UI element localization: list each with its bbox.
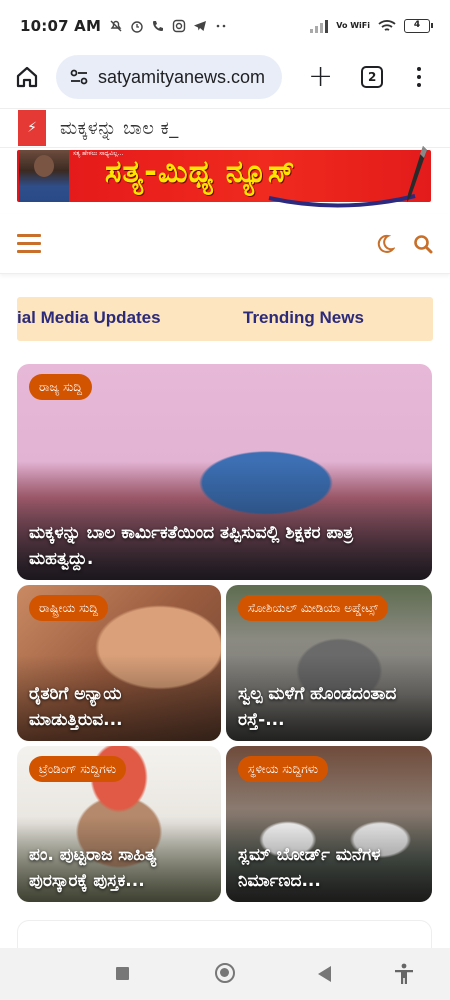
tab-switcher-button[interactable]: 2 [361, 66, 384, 88]
news-headline[interactable]: ಮಕ್ಕಳನ್ನು ಬಾಲ ಕಾರ್ಮಿಕತೆಯಿಂದ ತಪ್ಪಿಸುವಲ್ಲಿ… [29, 520, 422, 572]
news-headline[interactable]: ಪಂ. ಪುಟ್ಟರಾಜ ಸಾಹಿತ್ಯ ಪುರಸ್ಕಾರಕ್ಕೆ ಪುಸ್ತಕ… [29, 842, 211, 894]
alarm-icon [131, 21, 143, 33]
more-icon [216, 24, 226, 28]
news-headline[interactable]: ಸ್ಲಮ್ ಬೋರ್ಡ್ ಮನೆಗಳ ನಿರ್ಮಾಣದ... [238, 842, 422, 894]
site-settings-icon[interactable] [70, 69, 88, 85]
status-bar: 10:07 AM Vo WiFi 4 [0, 0, 450, 52]
status-time: 10:07 AM [20, 17, 102, 35]
system-navigation-bar [0, 948, 450, 1000]
category-badge[interactable]: ರಾಷ್ಟ್ರೀಯ ಸುದ್ದಿ [29, 595, 109, 621]
home-button[interactable] [12, 62, 42, 92]
url-text: satyamityanews.com [98, 66, 266, 87]
instagram-icon [172, 19, 186, 33]
back-button[interactable] [318, 966, 331, 982]
call-icon [153, 21, 164, 31]
site-navigation [0, 214, 450, 274]
category-badge[interactable]: ರಾಜ್ಯ ಸುದ್ದಿ [29, 374, 93, 400]
site-logo-title: ಸತ್ಯ-ಮಿಥ್ಯ ನ್ಯೂಸ್ [105, 154, 296, 190]
notification-icons [109, 19, 228, 33]
wifi-icon [378, 20, 396, 31]
vowifi-label: Vo WiFi [336, 21, 370, 30]
battery-icon: 4 [404, 19, 433, 33]
accessibility-icon[interactable] [392, 962, 416, 986]
tab-trending-news[interactable]: Trending News [243, 308, 364, 328]
category-badge[interactable]: ಟ್ರೆಂಡಿಂಗ್ ಸುದ್ದಿಗಳು [29, 756, 127, 782]
tab-social-media-updates[interactable]: ial Media Updates [17, 308, 161, 328]
telegram-icon [194, 21, 207, 31]
news-card[interactable]: ರಾಷ್ಟ್ರೀಯ ಸುದ್ದಿ ರೈತರಿಗೆ ಅನ್ಯಾಯ ಮಾಡುತ್ತಿ… [17, 585, 221, 741]
editor-photo [19, 150, 69, 202]
home-nav-button[interactable] [215, 963, 235, 983]
category-badge[interactable]: ಸ್ಥಳೀಯ ಸುದ್ದಿಗಳು [238, 756, 329, 782]
category-tabs: ial Media Updates Trending News [17, 297, 433, 341]
mute-icon [110, 20, 122, 32]
category-badge[interactable]: ಸೋಶಿಯಲ್ ಮೀಡಿಯಾ ಅಪ್ಡೇಟ್ಸ್ [238, 595, 389, 621]
news-card[interactable]: ಸ್ಥಳೀಯ ಸುದ್ದಿಗಳು ಸ್ಲಮ್ ಬೋರ್ಡ್ ಮನೆಗಳ ನಿರ್… [226, 746, 432, 902]
breaking-news-ticker[interactable]: ⚡ ಮಕ್ಕಳನ್ನು ಬಾಲ ಕ_ [0, 108, 450, 148]
recents-button[interactable] [116, 967, 129, 980]
logo-swoosh [268, 194, 416, 208]
address-bar[interactable]: satyamityanews.com [56, 55, 282, 99]
search-icon[interactable] [413, 234, 433, 254]
flash-icon: ⚡ [18, 110, 46, 146]
menu-icon[interactable] [17, 234, 41, 253]
news-headline[interactable]: ಸ್ವಲ್ಪ ಮಳೆಗೆ ಹೊಂಡದಂತಾದ ರಸ್ತೆ-... [238, 681, 422, 733]
news-card[interactable]: ಟ್ರೆಂಡಿಂಗ್ ಸುದ್ದಿಗಳು ಪಂ. ಪುಟ್ಟರಾಜ ಸಾಹಿತ್… [17, 746, 221, 902]
signal-icon [310, 19, 329, 33]
dark-mode-icon[interactable] [375, 234, 395, 254]
new-tab-button[interactable]: + [308, 62, 333, 92]
site-logo-banner[interactable]: ಸತ್ಯ ಹೇಳಲು ಸಾಧ್ಯವಿಲ್ಲ... ಸತ್ಯ-ಮಿಥ್ಯ ನ್ಯೂ… [17, 146, 431, 212]
ticker-text[interactable]: ಮಕ್ಕಳನ್ನು ಬಾಲ ಕ_ [60, 118, 179, 139]
news-card[interactable]: ಸೋಶಿಯಲ್ ಮೀಡಿಯಾ ಅಪ್ಡೇಟ್ಸ್ ಸ್ವಲ್ಪ ಮಳೆಗೆ ಹೊ… [226, 585, 432, 741]
news-headline[interactable]: ರೈತರಿಗೆ ಅನ್ಯಾಯ ಮಾಡುತ್ತಿರುವ... [29, 681, 211, 733]
news-card[interactable]: ರಾಜ್ಯ ಸುದ್ದಿ ಮಕ್ಕಳನ್ನು ಬಾಲ ಕಾರ್ಮಿಕತೆಯಿಂದ… [17, 364, 432, 580]
home-icon [16, 66, 38, 88]
browser-toolbar: satyamityanews.com + 2 [0, 52, 450, 102]
browser-menu-button[interactable] [417, 67, 422, 87]
pen-icon [407, 146, 427, 202]
